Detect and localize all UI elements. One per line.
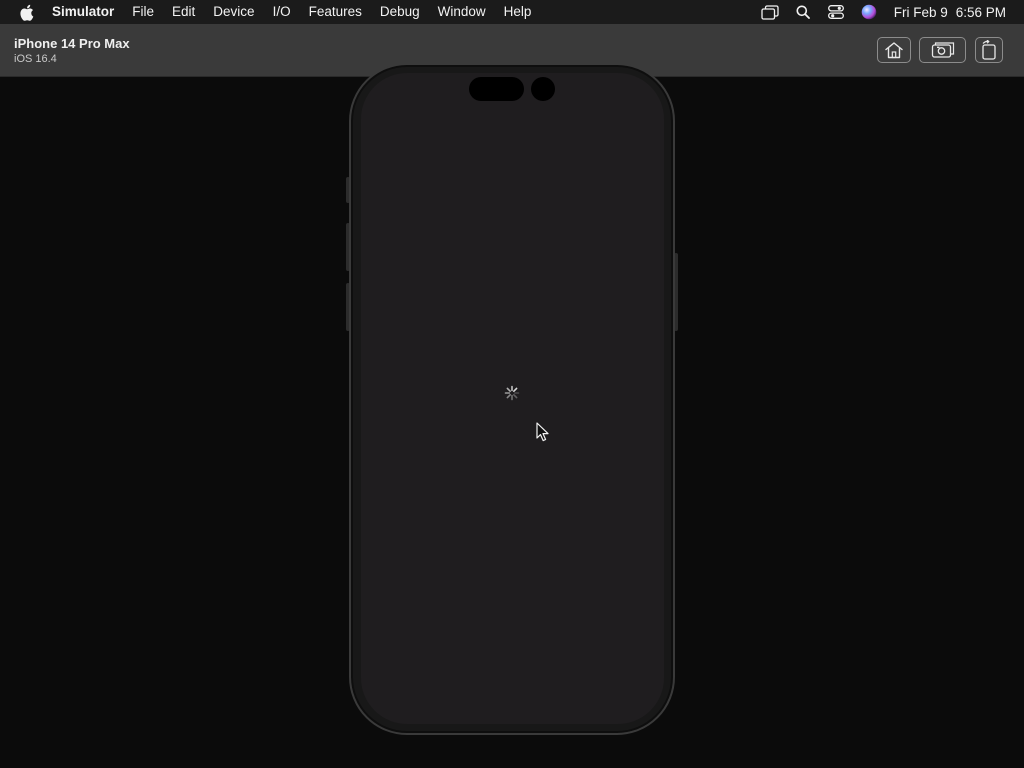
menubar-clock[interactable]: Fri Feb 9 6:56 PM — [894, 5, 1006, 20]
menu-edit[interactable]: Edit — [163, 0, 204, 24]
spinner-spoke — [513, 387, 518, 392]
menu-io[interactable]: I/O — [264, 0, 300, 24]
rotate-button[interactable] — [975, 37, 1003, 63]
siri-icon[interactable] — [858, 0, 880, 24]
menu-bar: Simulator File Edit Device I/O Features … — [0, 0, 1024, 24]
device-name: iPhone 14 Pro Max — [14, 36, 130, 51]
home-button[interactable] — [877, 37, 911, 63]
apple-logo-icon[interactable] — [16, 2, 36, 22]
spinner-spoke — [506, 387, 511, 392]
menu-window[interactable]: Window — [429, 0, 495, 24]
menu-app-name[interactable]: Simulator — [46, 0, 123, 24]
menubar-status-area: Fri Feb 9 6:56 PM — [748, 0, 1024, 24]
spotlight-search-icon[interactable] — [792, 0, 814, 24]
clock-time: 6:56 PM — [955, 4, 1006, 20]
dynamic-island — [469, 77, 524, 101]
activity-spinner-icon — [504, 385, 520, 401]
menu-file[interactable]: File — [123, 0, 163, 24]
iphone-screen[interactable] — [361, 73, 664, 724]
clock-date: Fri Feb 9 — [893, 4, 948, 20]
screenshot-icon — [931, 42, 954, 58]
mouse-cursor-icon — [536, 422, 549, 442]
spinner-spoke — [506, 394, 511, 399]
rotate-icon — [982, 40, 996, 60]
spinner-spoke — [513, 394, 518, 399]
home-icon — [885, 42, 903, 59]
screenshot-button[interactable] — [919, 37, 966, 63]
menu-features[interactable]: Features — [300, 0, 371, 24]
front-camera — [531, 77, 555, 101]
control-center-icon[interactable] — [825, 0, 847, 24]
menu-device[interactable]: Device — [204, 0, 263, 24]
stage-manager-icon[interactable] — [759, 0, 781, 24]
device-stage — [0, 63, 1024, 768]
os-version: iOS 16.4 — [14, 53, 57, 65]
menu-help[interactable]: Help — [495, 0, 541, 24]
menu-debug[interactable]: Debug — [371, 0, 429, 24]
